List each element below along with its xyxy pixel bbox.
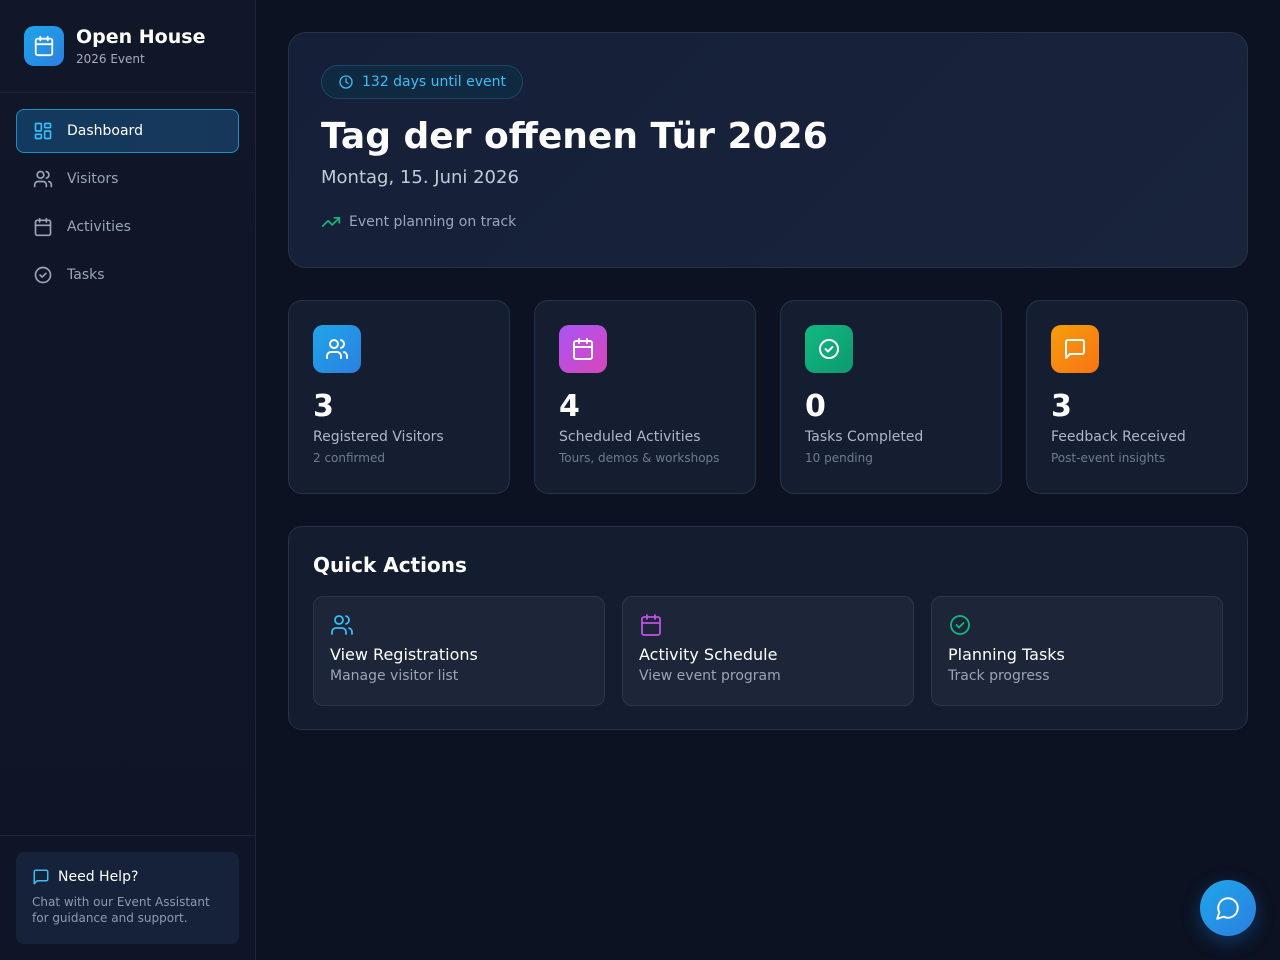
stat-card-visitors[interactable]: 3 Registered Visitors 2 confirmed	[288, 300, 510, 494]
users-icon	[330, 613, 588, 637]
stat-card-tasks[interactable]: 0 Tasks Completed 10 pending	[780, 300, 1002, 494]
calendar-icon	[33, 217, 53, 237]
quick-action-title: Activity Schedule	[639, 645, 778, 664]
stat-value: 4	[559, 389, 580, 424]
page-title: Tag der offenen Tür 2026	[321, 116, 828, 157]
sidebar-item-label: Tasks	[67, 267, 105, 283]
trending-up-icon	[321, 212, 341, 232]
sidebar-item-label: Visitors	[67, 171, 119, 187]
countdown-text: 132 days until event	[362, 74, 507, 90]
stat-label: Tasks Completed	[805, 429, 924, 445]
stat-label: Feedback Received	[1051, 429, 1186, 445]
sidebar-item-label: Dashboard	[67, 123, 143, 139]
sidebar-item-dashboard[interactable]: Dashboard	[16, 109, 239, 153]
stat-label: Scheduled Activities	[559, 429, 701, 445]
sidebar-item-tasks[interactable]: Tasks	[16, 253, 239, 297]
users-icon	[33, 169, 53, 189]
stat-label: Registered Visitors	[313, 429, 444, 445]
chat-bubble-icon	[1215, 895, 1241, 921]
stat-subtext: 2 confirmed	[313, 451, 385, 465]
brand-subtitle: 2026 Event	[76, 51, 145, 66]
users-icon	[313, 325, 361, 373]
message-square-icon	[1051, 325, 1099, 373]
view-registrations-button[interactable]: View Registrations Manage visitor list	[313, 596, 605, 706]
sidebar-item-label: Activities	[67, 219, 131, 235]
sidebar-item-visitors[interactable]: Visitors	[16, 157, 239, 201]
check-circle-icon	[33, 265, 53, 285]
quick-actions-title: Quick Actions	[313, 553, 467, 577]
event-date: Montag, 15. Juni 2026	[321, 167, 519, 188]
help-section: Need Help? Chat with our Event Assistant…	[0, 835, 255, 960]
quick-action-subtitle: Manage visitor list	[330, 668, 459, 684]
event-hero: 132 days until event Tag der offenen Tür…	[288, 32, 1248, 268]
status-text: Event planning on track	[349, 214, 517, 230]
help-card[interactable]: Need Help? Chat with our Event Assistant…	[16, 852, 239, 944]
activity-schedule-button[interactable]: Activity Schedule View event program	[622, 596, 914, 706]
stat-value: 0	[805, 389, 826, 424]
stat-card-feedback[interactable]: 3 Feedback Received Post-event insights	[1026, 300, 1248, 494]
grid-icon	[33, 121, 53, 141]
help-text: Chat with our Event Assistant for guidan…	[32, 895, 210, 925]
stat-subtext: 10 pending	[805, 451, 873, 465]
countdown-badge: 132 days until event	[321, 65, 524, 99]
quick-action-title: View Registrations	[330, 645, 478, 664]
stat-card-activities[interactable]: 4 Scheduled Activities Tours, demos & wo…	[534, 300, 756, 494]
sidebar: Open House 2026 Event Dashboard Visitors…	[0, 0, 256, 960]
check-circle-icon	[805, 325, 853, 373]
quick-actions: Quick Actions View Registrations Manage …	[288, 526, 1248, 730]
quick-action-subtitle: View event program	[639, 668, 781, 684]
stats-row: 3 Registered Visitors 2 confirmed 4 Sche…	[288, 300, 1248, 494]
calendar-icon	[24, 26, 64, 66]
calendar-icon	[639, 613, 897, 637]
planning-tasks-button[interactable]: Planning Tasks Track progress	[931, 596, 1223, 706]
clock-icon	[338, 74, 354, 90]
stat-value: 3	[313, 389, 334, 424]
check-circle-icon	[948, 613, 1206, 637]
brand: Open House 2026 Event	[0, 0, 255, 93]
stat-value: 3	[1051, 389, 1072, 424]
stat-subtext: Tours, demos & workshops	[559, 451, 720, 465]
sidebar-nav: Dashboard Visitors Activities Tasks	[0, 93, 255, 317]
planning-status: Event planning on track	[321, 212, 1215, 232]
quick-action-subtitle: Track progress	[948, 668, 1050, 684]
stat-subtext: Post-event insights	[1051, 451, 1166, 465]
sidebar-item-activities[interactable]: Activities	[16, 205, 239, 249]
help-title: Need Help?	[58, 869, 139, 885]
calendar-icon	[559, 325, 607, 373]
chat-assistant-button[interactable]	[1200, 880, 1256, 936]
brand-title: Open House	[76, 25, 206, 48]
quick-action-title: Planning Tasks	[948, 645, 1065, 664]
chat-icon	[32, 868, 50, 886]
